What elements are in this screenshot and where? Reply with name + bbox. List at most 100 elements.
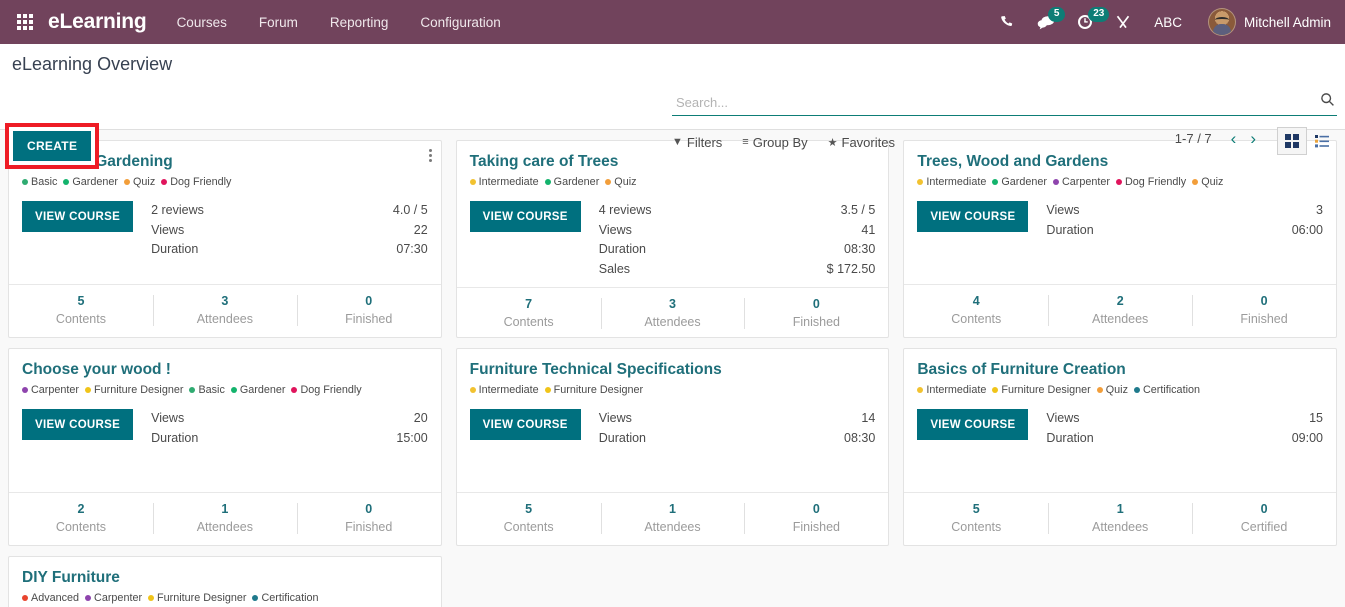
- course-footer-stat[interactable]: 0 Finished: [744, 501, 888, 536]
- menu-item-reporting[interactable]: Reporting: [314, 3, 405, 42]
- course-tag: Dog Friendly: [1116, 176, 1186, 188]
- course-title[interactable]: Choose your wood !: [22, 360, 428, 379]
- course-tag: Intermediate: [470, 384, 539, 396]
- course-stat-value: 20: [414, 409, 428, 429]
- course-tag: Certification: [252, 592, 318, 604]
- course-card[interactable]: Furniture Technical Specifications Inter…: [456, 348, 890, 546]
- view-course-button[interactable]: VIEW COURSE: [22, 201, 133, 232]
- course-tag-list: Advanced Carpenter Furniture Designer Ce…: [22, 592, 428, 604]
- menu-item-configuration[interactable]: Configuration: [404, 3, 516, 42]
- course-title[interactable]: Furniture Technical Specifications: [470, 360, 876, 379]
- course-stat-row: Views 14: [599, 409, 876, 429]
- tag-color-dot: [22, 595, 28, 601]
- course-footer-stat[interactable]: 3 Attendees: [153, 293, 297, 328]
- course-tag: Dog Friendly: [161, 176, 231, 188]
- course-footer-stat[interactable]: 1 Attendees: [1048, 501, 1192, 536]
- course-stat-label: Views: [151, 221, 184, 241]
- course-footer-label: Attendees: [153, 518, 297, 536]
- course-card[interactable]: Basics of Gardening Basic Gardener Quiz …: [8, 140, 442, 338]
- course-footer-stat[interactable]: 0 Finished: [297, 501, 441, 536]
- view-course-button[interactable]: VIEW COURSE: [917, 201, 1028, 232]
- page-title: eLearning Overview: [12, 54, 172, 75]
- course-footer-stat[interactable]: 2 Contents: [9, 501, 153, 536]
- course-footer-stat[interactable]: 5 Contents: [904, 501, 1048, 536]
- phone-button[interactable]: [989, 0, 1026, 44]
- card-options-menu-icon[interactable]: [429, 149, 432, 164]
- tag-color-dot: [992, 387, 998, 393]
- course-stat-row: Views 41: [599, 221, 876, 241]
- app-brand-elearning[interactable]: eLearning: [48, 10, 147, 34]
- course-stats: Views 3 Duration 06:00: [1046, 201, 1323, 240]
- course-tag: Basic: [22, 176, 57, 188]
- course-stat-label: Views: [1046, 409, 1079, 429]
- course-tag-list: Intermediate Gardener Carpenter Dog Frie…: [917, 176, 1323, 188]
- view-course-button[interactable]: VIEW COURSE: [22, 409, 133, 440]
- course-footer-value: 1: [1048, 501, 1192, 518]
- course-card[interactable]: Trees, Wood and Gardens Intermediate Gar…: [903, 140, 1337, 338]
- view-course-button[interactable]: VIEW COURSE: [470, 409, 581, 440]
- course-tag-list: Carpenter Furniture Designer Basic Garde…: [22, 384, 428, 396]
- debug-indicator[interactable]: ABC: [1142, 15, 1194, 30]
- course-title[interactable]: Taking care of Trees: [470, 152, 876, 171]
- view-course-button[interactable]: VIEW COURSE: [470, 201, 581, 232]
- course-footer-stat[interactable]: 5 Contents: [457, 501, 601, 536]
- activities-button[interactable]: 23: [1066, 0, 1104, 44]
- course-card[interactable]: Choose your wood ! Carpenter Furniture D…: [8, 348, 442, 546]
- tag-color-dot: [85, 387, 91, 393]
- course-footer-value: 3: [153, 293, 297, 310]
- course-stat-label: Duration: [1046, 221, 1093, 241]
- tag-label: Intermediate: [926, 176, 986, 188]
- wrench-tools-icon: [1115, 14, 1131, 30]
- course-card[interactable]: DIY Furniture Advanced Carpenter Furnitu…: [8, 556, 442, 607]
- course-footer-stat[interactable]: 1 Attendees: [601, 501, 745, 536]
- course-card-body: Choose your wood ! Carpenter Furniture D…: [9, 349, 441, 492]
- course-title[interactable]: Basics of Furniture Creation: [917, 360, 1323, 379]
- course-footer-value: 4: [904, 293, 1048, 310]
- tag-label: Advanced: [31, 592, 79, 604]
- course-stat-label: 2 reviews: [151, 201, 204, 221]
- course-stat-row: Duration 07:30: [151, 240, 428, 260]
- course-footer-stat[interactable]: 7 Contents: [457, 296, 601, 331]
- course-tag: Quiz: [1192, 176, 1223, 188]
- search-bar[interactable]: [672, 92, 1337, 116]
- search-icon[interactable]: [1320, 92, 1337, 112]
- course-card-footer: 5 Contents 3 Attendees 0 Finished: [9, 284, 441, 337]
- messages-button[interactable]: 5: [1026, 0, 1066, 44]
- user-menu-button[interactable]: Mitchell Admin: [1194, 8, 1339, 36]
- course-footer-stat[interactable]: 0 Finished: [1192, 293, 1336, 328]
- course-footer-stat[interactable]: 1 Attendees: [153, 501, 297, 536]
- messages-badge: 5: [1048, 7, 1065, 22]
- menu-item-courses[interactable]: Courses: [161, 3, 243, 42]
- course-stat-row: Duration 06:00: [1046, 221, 1323, 241]
- course-tag: Furniture Designer: [85, 384, 183, 396]
- course-card[interactable]: Taking care of Trees Intermediate Garden…: [456, 140, 890, 338]
- course-footer-stat[interactable]: 4 Contents: [904, 293, 1048, 328]
- course-footer-label: Finished: [744, 518, 888, 536]
- course-footer-stat[interactable]: 0 Certified: [1192, 501, 1336, 536]
- course-footer-stat[interactable]: 5 Contents: [9, 293, 153, 328]
- create-button[interactable]: CREATE: [13, 131, 91, 161]
- course-title[interactable]: Trees, Wood and Gardens: [917, 152, 1323, 171]
- tag-label: Intermediate: [479, 176, 539, 188]
- control-panel: eLearning Overview CREATE ▼ Filters ≡ Gr…: [0, 44, 1345, 130]
- menu-item-forum[interactable]: Forum: [243, 3, 314, 42]
- course-card[interactable]: Basics of Furniture Creation Intermediat…: [903, 348, 1337, 546]
- course-footer-stat[interactable]: 2 Attendees: [1048, 293, 1192, 328]
- apps-menu-button[interactable]: [8, 7, 42, 37]
- course-stat-value: 07:30: [396, 240, 427, 260]
- tag-color-dot: [148, 595, 154, 601]
- view-course-button[interactable]: VIEW COURSE: [917, 409, 1028, 440]
- course-card-main: VIEW COURSE Views 15 Duration 09:00: [917, 409, 1323, 448]
- developer-tools-button[interactable]: [1104, 0, 1142, 44]
- tag-label: Quiz: [614, 176, 636, 188]
- course-stat-row: Views 15: [1046, 409, 1323, 429]
- course-footer-stat[interactable]: 0 Finished: [297, 293, 441, 328]
- course-footer-value: 7: [457, 296, 601, 313]
- course-card-main: VIEW COURSE 2 reviews 4.0 / 5 Views 22 D…: [22, 201, 428, 260]
- course-footer-value: 1: [601, 501, 745, 518]
- course-footer-stat[interactable]: 3 Attendees: [601, 296, 745, 331]
- course-footer-value: 0: [1192, 501, 1336, 518]
- search-input[interactable]: [672, 93, 1320, 112]
- course-title[interactable]: DIY Furniture: [22, 568, 428, 587]
- course-footer-stat[interactable]: 0 Finished: [744, 296, 888, 331]
